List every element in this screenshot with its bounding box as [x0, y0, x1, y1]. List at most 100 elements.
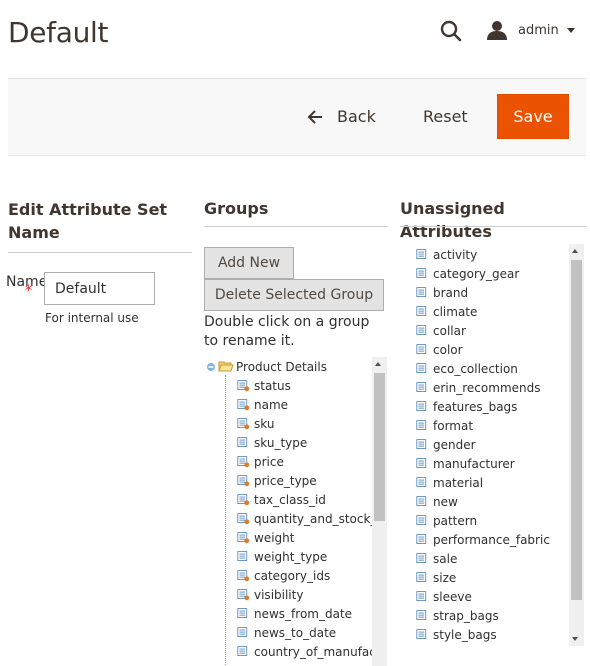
- attribute-icon: [416, 325, 427, 335]
- unassigned-title: Unassigned Attributes: [400, 199, 505, 241]
- field-note: For internal use: [45, 311, 139, 325]
- attribute-icon: [416, 420, 427, 430]
- scroll-thumb[interactable]: [374, 373, 385, 521]
- tree-item[interactable]: country_of_manufact: [237, 642, 381, 661]
- unassigned-attribute-item[interactable]: format: [416, 416, 473, 435]
- tree-item[interactable]: status: [237, 376, 291, 395]
- attribute-icon: [237, 551, 248, 561]
- attribute-icon: [416, 477, 427, 487]
- user-icon: [487, 21, 507, 40]
- back-button[interactable]: Back: [307, 107, 376, 126]
- unassigned-attribute-item[interactable]: erin_recommends: [416, 378, 540, 397]
- tree-item-label: sku: [254, 416, 275, 431]
- attribute-label: pattern: [433, 513, 478, 528]
- attribute-label: size: [433, 570, 457, 585]
- attribute-icon: [416, 629, 427, 639]
- tree-item-label: news_from_date: [254, 606, 353, 621]
- add-new-group-button[interactable]: Add New: [204, 247, 294, 279]
- unassigned-attribute-item[interactable]: sleeve: [416, 587, 472, 606]
- delete-selected-group-button[interactable]: Delete Selected Group: [204, 279, 384, 311]
- unassigned-attribute-item[interactable]: collar: [416, 321, 466, 340]
- tree-group-product-details[interactable]: Product Details: [206, 357, 327, 376]
- tree-item[interactable]: price_type: [237, 471, 317, 490]
- back-label: Back: [337, 107, 376, 126]
- attribute-label: manufacturer: [433, 456, 515, 471]
- attribute-label: format: [433, 418, 474, 433]
- attribute-label: gender: [433, 437, 476, 452]
- save-button[interactable]: Save: [497, 94, 569, 139]
- unassigned-attribute-item[interactable]: size: [416, 568, 456, 587]
- user-menu[interactable]: admin: [486, 18, 575, 42]
- attribute-icon: [237, 627, 248, 637]
- edit-name-title: Edit Attribute Set Name: [8, 200, 168, 242]
- attribute-label: style_bags: [433, 627, 497, 642]
- user-name: admin: [518, 22, 559, 38]
- scroll-down-icon[interactable]: [572, 637, 578, 641]
- divider: [400, 226, 586, 227]
- tree-item[interactable]: news_from_date: [237, 604, 352, 623]
- unassigned-attribute-item[interactable]: brand: [416, 283, 468, 302]
- tree-item[interactable]: sku: [237, 414, 274, 433]
- unassigned-attribute-item[interactable]: pattern: [416, 511, 477, 530]
- system-attribute-icon: [237, 513, 250, 525]
- reset-button[interactable]: Reset: [423, 107, 468, 126]
- tree-item-label: sku_type: [254, 435, 308, 450]
- system-attribute-icon: [237, 494, 250, 506]
- tree-item[interactable]: tax_class_id: [237, 490, 326, 509]
- unassigned-scrollbar[interactable]: [569, 244, 584, 646]
- attribute-icon: [237, 608, 248, 618]
- tree-item[interactable]: visibility: [237, 585, 303, 604]
- search-button[interactable]: [438, 16, 466, 46]
- attribute-icon: [416, 458, 427, 468]
- attribute-icon: [416, 610, 427, 620]
- unassigned-attribute-item[interactable]: features_bags: [416, 397, 517, 416]
- unassigned-attribute-item[interactable]: material: [416, 473, 483, 492]
- tree-item[interactable]: price: [237, 452, 284, 471]
- tree-item[interactable]: name: [237, 395, 288, 414]
- tree-group-label: Product Details: [236, 359, 327, 374]
- scroll-thumb[interactable]: [571, 260, 582, 600]
- unassigned-attribute-item[interactable]: activity: [416, 245, 477, 264]
- search-icon: [440, 20, 462, 42]
- unassigned-attribute-item[interactable]: strap_bags: [416, 606, 499, 625]
- tree-item[interactable]: news_to_date: [237, 623, 336, 642]
- tree-item[interactable]: sku_type: [237, 433, 307, 452]
- tree-toggle-icon[interactable]: [206, 362, 216, 372]
- unassigned-attribute-item[interactable]: gender: [416, 435, 476, 454]
- attribute-icon: [416, 344, 427, 354]
- unassigned-attribute-item[interactable]: performance_fabric: [416, 530, 550, 549]
- attribute-label: features_bags: [433, 399, 518, 414]
- attribute-label: erin_recommends: [433, 380, 541, 395]
- tree-item-label: weight_type: [254, 549, 328, 564]
- unassigned-attribute-item[interactable]: eco_collection: [416, 359, 518, 378]
- system-attribute-icon: [237, 570, 250, 582]
- tree-item[interactable]: quantity_and_stock_s: [237, 509, 383, 528]
- unassigned-attribute-item[interactable]: category_gear: [416, 264, 519, 283]
- attribute-icon: [416, 572, 427, 582]
- tree-item-label: tax_class_id: [254, 492, 326, 507]
- attribute-icon: [416, 553, 427, 563]
- system-attribute-icon: [237, 532, 250, 544]
- tree-item-label: name: [254, 397, 289, 412]
- groups-scrollbar[interactable]: [372, 357, 387, 666]
- system-attribute-icon: [237, 399, 250, 411]
- tree-connector: [225, 375, 226, 665]
- attribute-icon: [416, 287, 427, 297]
- chevron-down-icon: [566, 27, 575, 33]
- scroll-up-icon[interactable]: [572, 249, 578, 253]
- tree-item-label: country_of_manufact: [254, 644, 381, 659]
- tree-item[interactable]: weight: [237, 528, 294, 547]
- attribute-set-name-input[interactable]: [44, 272, 155, 305]
- tree-item[interactable]: category_ids: [237, 566, 330, 585]
- unassigned-attribute-item[interactable]: sale: [416, 549, 457, 568]
- attribute-label: material: [433, 475, 484, 490]
- unassigned-attribute-item[interactable]: color: [416, 340, 463, 359]
- scroll-up-icon[interactable]: [375, 362, 381, 366]
- unassigned-attribute-item[interactable]: style_bags: [416, 625, 497, 644]
- unassigned-attribute-item[interactable]: manufacturer: [416, 454, 515, 473]
- unassigned-attribute-item[interactable]: new: [416, 492, 458, 511]
- tree-item-label: price_type: [254, 473, 317, 488]
- tree-item[interactable]: weight_type: [237, 547, 327, 566]
- unassigned-attribute-item[interactable]: climate: [416, 302, 477, 321]
- attribute-label: performance_fabric: [433, 532, 550, 547]
